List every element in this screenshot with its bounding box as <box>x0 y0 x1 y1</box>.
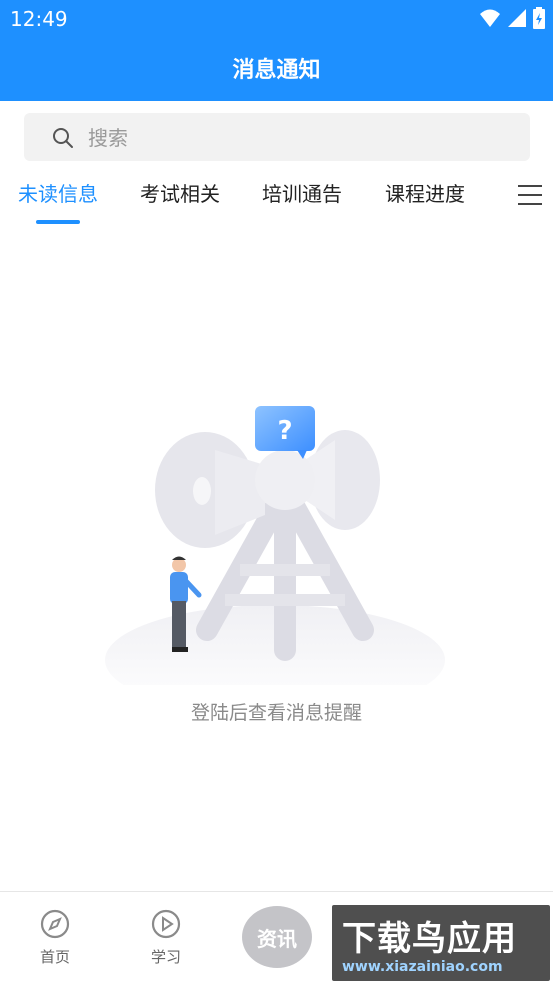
app-header: 12:49 消息通知 <box>0 0 553 101</box>
tab-unread[interactable]: 未读信息 <box>18 178 98 224</box>
nav-item-study[interactable]: 学习 <box>136 908 196 967</box>
status-bar: 12:49 <box>0 0 553 38</box>
signal-icon <box>508 9 526 27</box>
watermark-logo: 下载鸟应用 www.xiazainiao.com <box>332 905 550 981</box>
nav-label-news: 资讯 <box>257 926 297 951</box>
nav-item-news-button[interactable]: 资讯 <box>242 906 312 968</box>
status-time: 12:49 <box>10 7 68 31</box>
tab-active-indicator <box>36 220 80 224</box>
tab-exam[interactable]: 考试相关 <box>140 178 220 207</box>
question-bubble: ? <box>277 416 292 446</box>
tab-bar: 未读信息 考试相关 培训通告 课程进度 <box>0 178 553 230</box>
wifi-icon <box>480 9 500 27</box>
empty-state-illustration: ? <box>105 406 445 685</box>
tab-training[interactable]: 培训通告 <box>262 178 342 207</box>
watermark-url: www.xiazainiao.com <box>342 959 503 975</box>
play-circle-icon <box>151 909 181 939</box>
watermark-title: 下载鸟应用 <box>342 919 517 959</box>
menu-icon[interactable] <box>517 184 543 206</box>
tab-label: 培训通告 <box>262 182 342 206</box>
tab-label: 未读信息 <box>18 182 98 206</box>
status-icons <box>479 7 545 29</box>
nav-label-home: 首页 <box>39 948 70 966</box>
tab-course-progress[interactable]: 课程进度 <box>385 178 465 207</box>
search-icon <box>53 128 73 148</box>
search-input[interactable] <box>86 121 510 155</box>
empty-state-message: 登陆后查看消息提醒 <box>190 702 362 724</box>
page-title: 消息通知 <box>232 58 321 83</box>
nav-item-home[interactable]: 首页 <box>25 908 85 967</box>
compass-icon <box>40 909 70 939</box>
tab-label: 考试相关 <box>140 182 220 206</box>
search-bar[interactable] <box>24 113 530 161</box>
battery-icon <box>533 7 545 29</box>
tab-label: 课程进度 <box>385 182 465 206</box>
nav-label-study: 学习 <box>150 948 181 966</box>
